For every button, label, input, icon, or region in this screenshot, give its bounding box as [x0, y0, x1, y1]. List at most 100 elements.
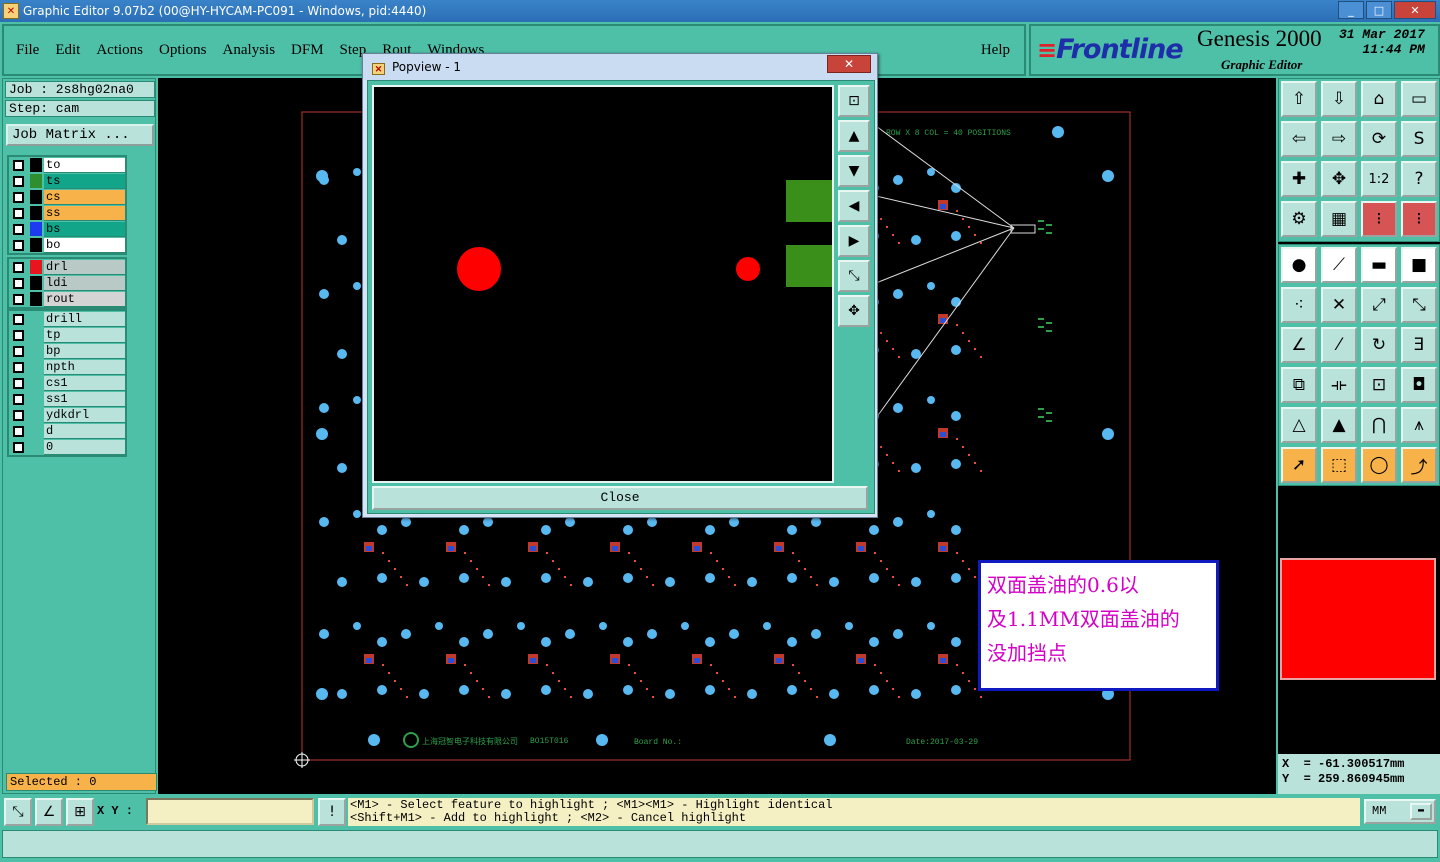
zoom-fit-icon[interactable]: ⊡ — [838, 85, 870, 117]
arch-alt-icon[interactable]: ⩚ — [1401, 407, 1437, 443]
menu-edit[interactable]: Edit — [55, 42, 80, 59]
split-icon[interactable]: ⟛ — [1321, 367, 1357, 403]
minimize-button[interactable]: _ — [1338, 1, 1364, 19]
layer-checkbox[interactable] — [13, 393, 24, 405]
layer-color-swatch[interactable] — [30, 424, 42, 438]
menu-options[interactable]: Options — [159, 42, 207, 59]
redraw-icon[interactable]: ⟳ — [1361, 121, 1397, 157]
grid-icon[interactable]: ▦ — [1321, 201, 1357, 237]
warning-icon[interactable]: ! — [318, 798, 346, 826]
layer-row[interactable]: drill — [9, 311, 125, 327]
layer-checkbox[interactable] — [13, 277, 24, 289]
layer-checkbox[interactable] — [13, 361, 24, 373]
layer-config-alt-icon[interactable]: ⁝ — [1401, 201, 1437, 237]
menu-file[interactable]: File — [16, 42, 39, 59]
pan-right-tool-icon[interactable]: ⇨ — [1321, 121, 1357, 157]
layer-row[interactable]: cs — [9, 189, 125, 205]
measure-tool-icon[interactable]: ⚙ — [1281, 201, 1317, 237]
layer-name[interactable]: cs — [44, 189, 125, 205]
layer-row[interactable]: bo — [9, 237, 125, 253]
menu-help[interactable]: Help — [981, 42, 1010, 59]
layer-row[interactable]: 0 — [9, 439, 125, 455]
layer-name[interactable]: 0 — [44, 439, 125, 455]
layer-name[interactable]: ss — [44, 205, 125, 221]
arc-icon[interactable]: ↻ — [1361, 327, 1397, 363]
move-end-icon[interactable]: ⤡ — [1401, 287, 1437, 323]
pad-tool-icon[interactable]: ● — [1281, 247, 1317, 283]
layer-name[interactable]: ydkdrl — [44, 407, 125, 423]
xy-input[interactable] — [146, 798, 314, 825]
layer-name[interactable]: rout — [44, 291, 125, 307]
layer-color-swatch[interactable] — [30, 190, 42, 204]
popview-close-icon[interactable]: ✕ — [827, 55, 871, 73]
zoom-home-icon[interactable]: ⇧ — [1281, 81, 1317, 117]
triangle-icon[interactable]: △ — [1281, 407, 1317, 443]
layer-checkbox[interactable] — [13, 313, 24, 325]
pan-up-icon[interactable]: ▲ — [838, 120, 870, 152]
layer-color-swatch[interactable] — [30, 158, 42, 172]
select-path-icon[interactable]: ⤴ — [1401, 447, 1437, 483]
pan-left-icon[interactable]: ◀ — [838, 190, 870, 222]
layer-checkbox[interactable] — [13, 159, 24, 171]
layer-color-swatch[interactable] — [30, 292, 42, 306]
select-circle-icon[interactable]: ◯ — [1361, 447, 1397, 483]
close-window-button[interactable]: ✕ — [1394, 1, 1436, 19]
popview-title-bar[interactable]: ✕ Popview - 1 ✕ — [363, 54, 877, 80]
layer-row[interactable]: to — [9, 157, 125, 173]
layer-row[interactable]: ts — [9, 173, 125, 189]
layer-config-icon[interactable]: ⁝ — [1361, 201, 1397, 237]
units-select[interactable]: MM ▬ — [1364, 799, 1436, 824]
layer-row[interactable]: ldi — [9, 275, 125, 291]
angle-icon[interactable]: ∠ — [1281, 327, 1317, 363]
zoom-area-icon[interactable]: ⌂ — [1361, 81, 1397, 117]
layer-row[interactable]: tp — [9, 327, 125, 343]
layer-color-swatch[interactable] — [30, 260, 42, 274]
pan-down-icon[interactable]: ▼ — [838, 155, 870, 187]
layer-color-swatch[interactable] — [30, 408, 42, 422]
layer-checkbox[interactable] — [13, 293, 24, 305]
layer-row[interactable]: ss — [9, 205, 125, 221]
angle-mode-icon[interactable]: ∠ — [35, 798, 63, 826]
job-matrix-button[interactable]: Job Matrix ... — [6, 124, 154, 146]
pan-left-tool-icon[interactable]: ⇦ — [1281, 121, 1317, 157]
layer-color-swatch[interactable] — [30, 392, 42, 406]
select-arrow-icon[interactable]: ➚ — [1281, 447, 1317, 483]
popview-viewport[interactable] — [372, 85, 834, 483]
layer-checkbox[interactable] — [13, 191, 24, 203]
shapes-icon[interactable]: ◘ — [1401, 367, 1437, 403]
maximize-button[interactable]: □ — [1366, 1, 1392, 19]
layer-name[interactable]: bs — [44, 221, 125, 237]
line-tool-icon[interactable]: ⟋ — [1321, 247, 1357, 283]
zoom-out-icon[interactable]: ✥ — [838, 295, 870, 327]
layer-name[interactable]: npth — [44, 359, 125, 375]
ruler-tool-icon[interactable]: ▬ — [1361, 247, 1397, 283]
layer-checkbox[interactable] — [13, 207, 24, 219]
layer-name[interactable]: cs1 — [44, 375, 125, 391]
snap-icon[interactable]: S — [1401, 121, 1437, 157]
layer-name[interactable]: to — [44, 157, 125, 173]
layer-name[interactable]: ldi — [44, 275, 125, 291]
grid-mode-icon[interactable]: ⊞ — [66, 798, 94, 826]
layer-row[interactable]: ss1 — [9, 391, 125, 407]
zoom-in-tool-icon[interactable]: ✚ — [1281, 161, 1317, 197]
layer-name[interactable]: ss1 — [44, 391, 125, 407]
layer-row[interactable]: npth — [9, 359, 125, 375]
layer-row[interactable]: cs1 — [9, 375, 125, 391]
zoom-out-tool-icon[interactable]: ✥ — [1321, 161, 1357, 197]
layer-color-swatch[interactable] — [30, 344, 42, 358]
layer-name[interactable]: ts — [44, 173, 125, 189]
layer-color-swatch[interactable] — [30, 328, 42, 342]
center-icon[interactable]: ⊡ — [1361, 367, 1397, 403]
snap-mode-icon[interactable]: ⤡ — [4, 798, 32, 826]
layer-name[interactable]: drl — [44, 259, 125, 275]
zoom-window-icon[interactable]: ▭ — [1401, 81, 1437, 117]
layer-checkbox[interactable] — [13, 261, 24, 273]
layer-checkbox[interactable] — [13, 345, 24, 357]
dropdown-arrow-icon[interactable]: ▬ — [1410, 803, 1432, 820]
layer-name[interactable]: bp — [44, 343, 125, 359]
layer-checkbox[interactable] — [13, 329, 24, 341]
layer-color-swatch[interactable] — [30, 360, 42, 374]
layer-row[interactable]: bp — [9, 343, 125, 359]
menu-analysis[interactable]: Analysis — [223, 42, 276, 59]
menu-actions[interactable]: Actions — [96, 42, 143, 59]
